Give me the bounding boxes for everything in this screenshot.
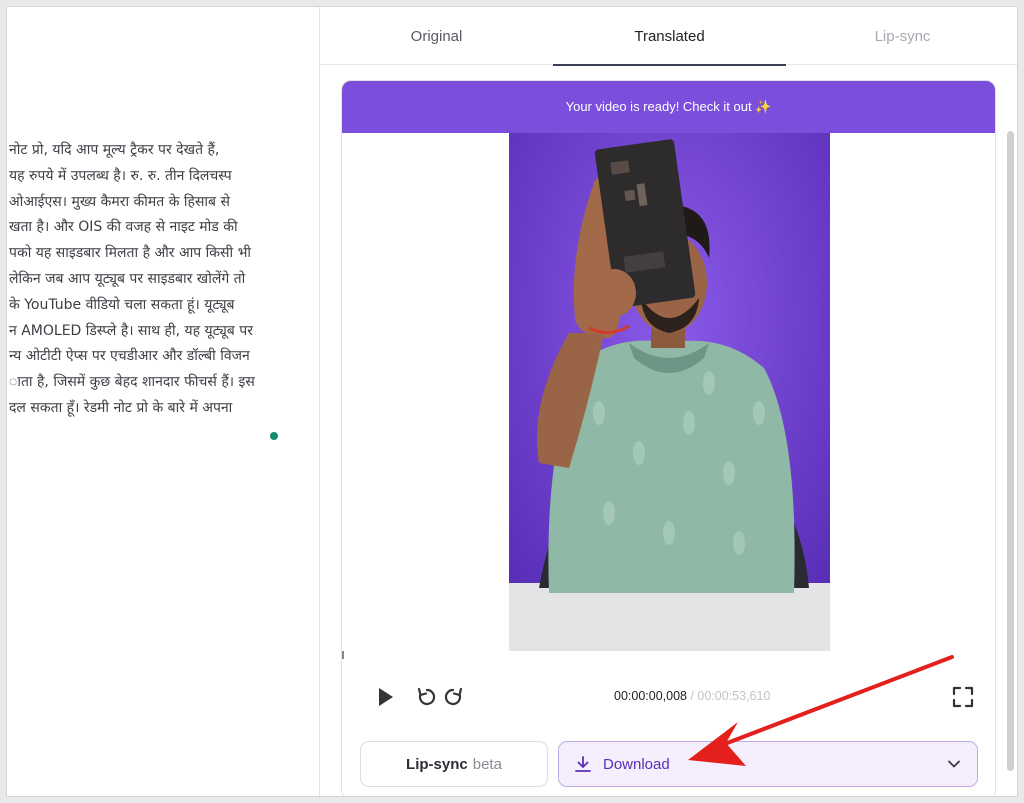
video-player[interactable] xyxy=(342,133,995,653)
app-window: नोट प्रो, यदि आप मूल्य ट्रैकर पर देखते ह… xyxy=(6,6,1018,797)
transcript-line: यह रुपये में उपलब्ध है। रु. रु. तीन दिलच… xyxy=(9,167,232,184)
tab-translated[interactable]: Translated xyxy=(553,7,786,66)
pane-divider xyxy=(319,7,320,796)
video-card: Your video is ready! Check it out ✨ 00:0… xyxy=(341,80,996,796)
rewind-icon xyxy=(417,687,436,706)
transcript-line: ओआईएस। मुख्य कैमरा कीमत के हिसाब से xyxy=(9,193,230,210)
transcript-line: खता है। और OIS की वजह से नाइट मोड की xyxy=(9,219,238,236)
tab-bar: Original Translated Lip-sync xyxy=(320,7,1017,66)
forward-icon xyxy=(444,687,463,706)
video-frame[interactable] xyxy=(509,133,830,651)
transcript-line: पको यह साइडबार मिलता है और आप किसी भी xyxy=(9,245,252,262)
chevron-down-icon[interactable] xyxy=(945,755,963,773)
current-time: 00:00:00,008 xyxy=(614,689,687,703)
play-icon xyxy=(379,688,393,706)
transcript-line: न्य ओटीटी ऐप्स पर एचडीआर और डॉल्बी विजन xyxy=(9,348,250,365)
download-icon xyxy=(573,754,593,774)
fullscreen-icon xyxy=(952,686,974,708)
forward-button[interactable] xyxy=(438,677,468,717)
ready-banner: Your video is ready! Check it out ✨ xyxy=(342,81,995,133)
time-separator: / xyxy=(687,689,698,703)
beta-badge: beta xyxy=(472,755,502,773)
transcript-line: ाता है, जिसमें कुछ बेहद शानदार फीचर्स है… xyxy=(9,374,255,391)
transcript-line: नोट प्रो, यदि आप मूल्य ट्रैकर पर देखते ह… xyxy=(9,142,220,158)
lipsync-button[interactable]: Lip-sync beta xyxy=(360,741,548,787)
transcript-text[interactable]: नोट प्रो, यदि आप मूल्य ट्रैकर पर देखते ह… xyxy=(9,138,309,422)
scrollbar-thumb[interactable] xyxy=(1007,131,1014,771)
lipsync-button-label: Lip-sync xyxy=(406,755,468,773)
tab-lipsync[interactable]: Lip-sync xyxy=(786,7,1017,65)
progress-marker[interactable] xyxy=(342,651,344,659)
total-time: 00:00:53,610 xyxy=(697,689,771,703)
transcript-line: लेकिन जब आप यूट्यूब पर साइडबार खोलेंगे त… xyxy=(9,270,246,287)
transcript-line: के YouTube वीडियो चला सकता हूं। यूट्यूब xyxy=(9,296,235,313)
scrollbar[interactable] xyxy=(1003,65,1017,796)
action-row: Lip-sync beta Download xyxy=(360,741,978,787)
play-button[interactable] xyxy=(370,677,400,717)
video-thumbnail xyxy=(509,133,830,651)
time-display: 00:00:00,008 / 00:00:53,610 xyxy=(614,689,770,703)
transcript-line: दल सकता हूँ। रेडमी नोट प्रो के बारे में … xyxy=(9,399,233,416)
player-controls: 00:00:00,008 / 00:00:53,610 xyxy=(342,677,995,725)
download-button[interactable]: Download xyxy=(558,741,978,787)
tab-original[interactable]: Original xyxy=(320,7,553,65)
transcript-pane: नोट प्रो, यदि आप मूल्य ट्रैकर पर देखते ह… xyxy=(7,7,319,796)
transcript-line: न AMOLED डिस्प्ले है। साथ ही, यह यूट्यूब… xyxy=(9,322,253,339)
download-button-label: Download xyxy=(603,755,670,773)
speaker-indicator-dot xyxy=(270,432,278,440)
fullscreen-button[interactable] xyxy=(948,677,978,717)
